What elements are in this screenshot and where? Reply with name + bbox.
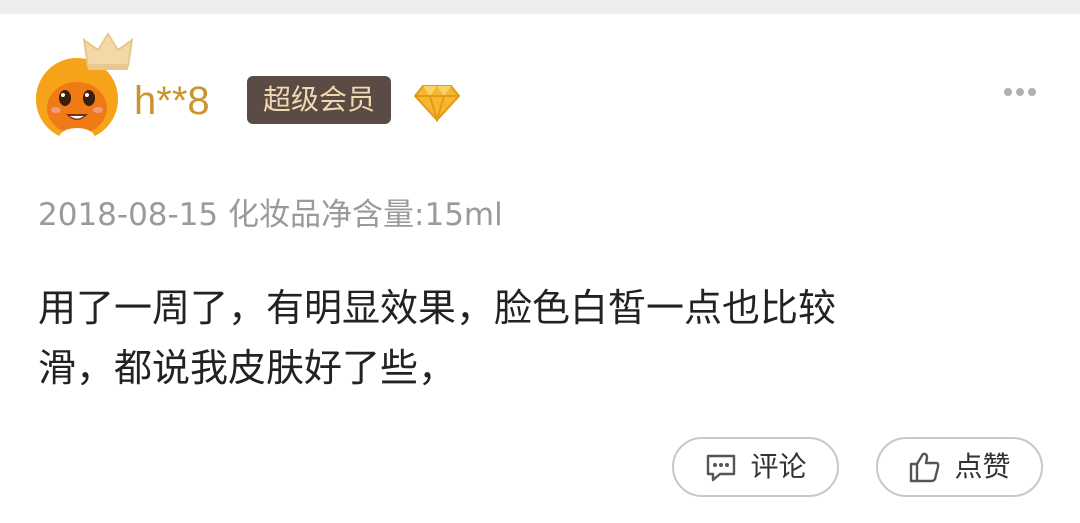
comment-button-label: 评论 xyxy=(750,450,807,483)
like-button[interactable]: 点赞 xyxy=(876,437,1043,497)
review-date: 2018-08-15 xyxy=(38,197,219,233)
comment-bubble-icon xyxy=(707,454,736,482)
review-body: 用了一周了，有明显效果，脸色白皙一点也比较 滑，都说我皮肤好了些， xyxy=(38,278,1028,398)
like-button-label: 点赞 xyxy=(954,450,1011,483)
review-text-line-1: 用了一周了，有明显效果，脸色白皙一点也比较 xyxy=(38,286,837,330)
vip-badge: 超级会员 xyxy=(247,76,391,124)
crown-icon xyxy=(82,32,134,70)
more-dots-icon[interactable] xyxy=(1002,82,1038,102)
review-text-line-2: 滑，都说我皮肤好了些， xyxy=(38,346,457,390)
diamond-icon xyxy=(413,85,461,122)
comment-button[interactable]: 评论 xyxy=(672,437,839,497)
review-meta: 2018-08-15 化妆品净含量:15ml xyxy=(38,194,503,236)
user-avatar[interactable] xyxy=(30,30,140,142)
top-divider-strip xyxy=(0,0,1080,14)
review-spec: 化妆品净含量:15ml xyxy=(228,197,503,233)
thumbs-up-icon xyxy=(910,452,940,483)
username[interactable]: h**8 xyxy=(134,76,210,126)
